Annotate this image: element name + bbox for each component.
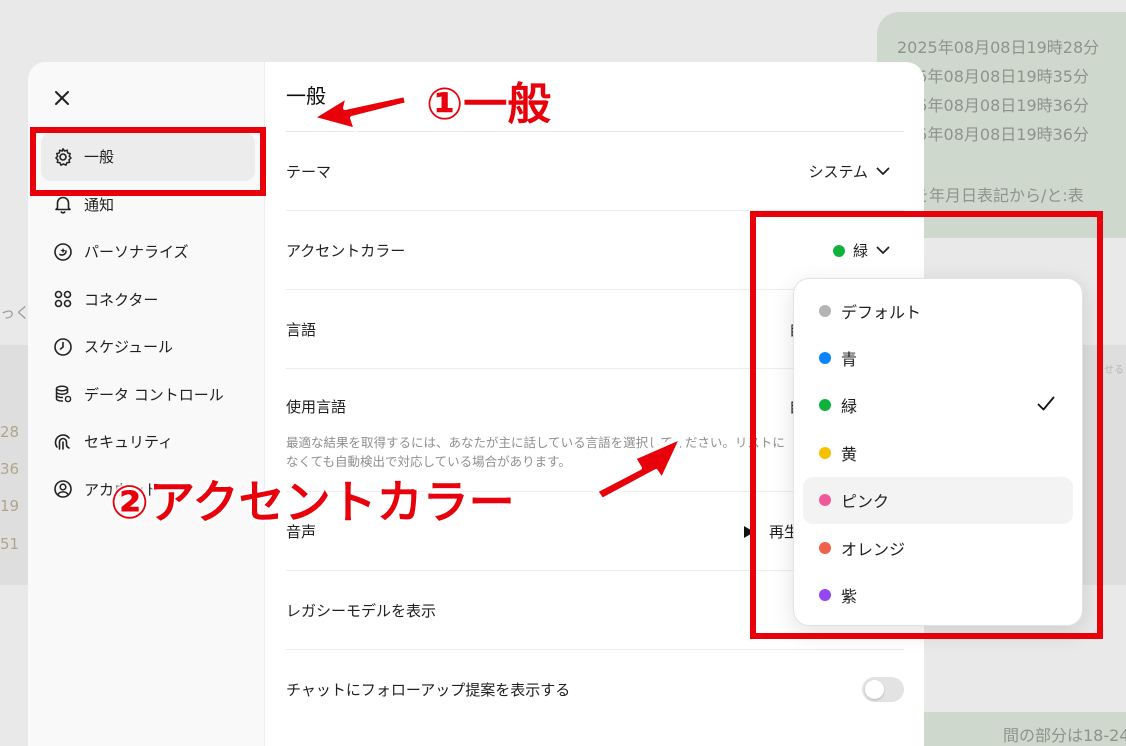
setting-row-followup: チャットにフォローアップ提案を表示する <box>286 650 904 730</box>
background-text: 025年08月08日19時36分 <box>897 125 1089 144</box>
sidebar-item-label: 通知 <box>84 195 115 214</box>
setting-label: 使用言語 <box>286 398 347 416</box>
background-number: 19 <box>0 497 20 515</box>
annotation-step2: ②アクセントカラー <box>110 475 515 529</box>
background-text: せる <box>1104 365 1124 376</box>
bell-icon <box>52 193 74 215</box>
background-text: 記を年月日表記から/と:表 <box>897 186 1084 205</box>
sidebar-item-schedule[interactable]: スケジュール <box>41 323 255 371</box>
followup-toggle[interactable] <box>862 677 904 702</box>
sidebar-item-label: コネクター <box>84 290 159 309</box>
setting-label: テーマ <box>286 163 332 181</box>
sidebar-item-personalize[interactable]: パーソナライズ <box>41 228 255 276</box>
background-number: 36 <box>0 460 20 478</box>
close-button[interactable] <box>50 86 74 110</box>
setting-label: チャットにフォローアップ提案を表示する <box>286 681 571 699</box>
database-icon <box>52 383 74 405</box>
setting-label: アクセントカラー <box>286 242 406 260</box>
background-number: 51 <box>0 535 20 553</box>
background-text: 2025年08月08日19時28分 <box>897 38 1100 57</box>
page-title: 一般 <box>286 84 326 108</box>
clock-icon <box>52 336 74 358</box>
chevron-down-icon <box>876 167 890 176</box>
user-icon <box>52 478 74 500</box>
sidebar-item-label: スケジュール <box>84 338 173 357</box>
theme-value: システム <box>808 163 868 181</box>
background-text: 025年08月08日19時36分 <box>897 96 1089 115</box>
background-number: 28 <box>0 423 20 441</box>
sidebar-item-label: データ コントロール <box>84 385 224 404</box>
sidebar-item-label: セキュリティ <box>84 433 174 452</box>
setting-label: 言語 <box>286 321 317 339</box>
background-text: 025年08月08日19時35分 <box>897 67 1089 86</box>
sidebar-item-data-controls[interactable]: データ コントロール <box>41 371 255 419</box>
sidebar-item-label: パーソナライズ <box>84 243 189 262</box>
toggle-knob <box>865 680 884 699</box>
highlight-box-general <box>30 127 266 196</box>
fingerprint-icon <box>52 431 74 453</box>
sidebar-item-security[interactable]: セキュリティ <box>41 418 255 466</box>
setting-row-theme: テーマ システム <box>286 132 904 211</box>
background-text: 間の部分は18-24-59み <box>1003 726 1126 745</box>
personalize-icon <box>52 241 74 263</box>
setting-label: レガシーモデルを表示 <box>286 602 437 620</box>
theme-select[interactable]: システム <box>808 161 890 182</box>
highlight-box-accent <box>750 211 1103 639</box>
close-icon <box>55 91 69 105</box>
annotation-step1: ①一般 <box>426 79 552 130</box>
connector-icon <box>52 288 74 310</box>
sidebar-item-connectors[interactable]: コネクター <box>41 276 255 324</box>
